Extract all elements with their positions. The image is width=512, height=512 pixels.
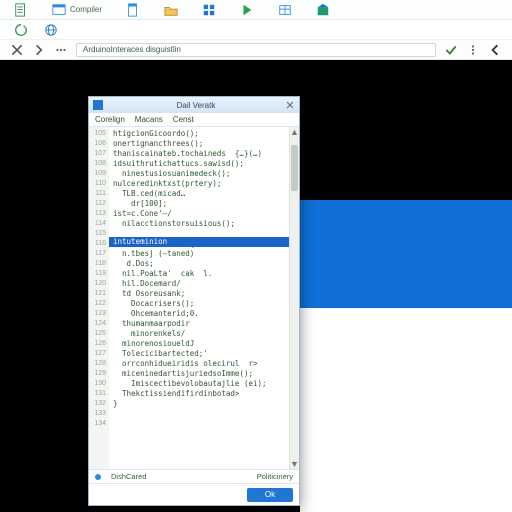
status-dot-icon <box>95 474 101 480</box>
code-line[interactable]: n.tbesj (—taned) <box>113 249 285 259</box>
code-line[interactable]: nil.PoaLta' cak l. <box>113 269 285 279</box>
scroll-down-icon[interactable]: ▼ <box>290 459 299 469</box>
code-line-selected[interactable]: intuteminion <box>109 237 289 247</box>
dialog-close-icon[interactable] <box>285 100 295 110</box>
window-icon <box>52 3 66 17</box>
address-input[interactable]: ArduinoInteraces disguistlin <box>76 43 436 57</box>
code-line[interactable]: idsuithrutichattucs.sawisd(); <box>113 159 285 169</box>
dialog-body: 105 106 107 108 109 110 111 112 113 114 … <box>89 127 299 469</box>
grid-icon[interactable] <box>202 3 216 17</box>
window-body-pane <box>300 308 512 512</box>
table-icon[interactable] <box>278 3 292 17</box>
dialog-statusbar: DishCared Politicinery <box>89 469 299 483</box>
folder-icon[interactable] <box>164 3 178 17</box>
sheet-icon[interactable] <box>14 3 28 17</box>
code-line[interactable]: nilacctionstorsuisious(); <box>113 219 285 229</box>
dialog-button-row: Ok <box>89 483 299 505</box>
code-dialog: Dail Veratk Corelign Macans Censt 105 10… <box>88 96 300 506</box>
more-icon[interactable] <box>54 43 68 57</box>
doc-icon[interactable] <box>126 3 140 17</box>
close-icon[interactable] <box>10 43 24 57</box>
play-icon[interactable] <box>240 3 254 17</box>
code-line[interactable]: thaniscainateb.tochaineds {…}(…) <box>113 149 285 159</box>
menu-item[interactable]: Corelign <box>95 115 125 124</box>
code-line[interactable]: dr[100]; <box>113 199 285 209</box>
code-line[interactable]: ist=c.Cone'—/ <box>113 209 285 219</box>
status-right: Politicinery <box>257 472 293 481</box>
code-line[interactable]: hil.Docemard/ <box>113 279 285 289</box>
code-line[interactable]: Ohcemanterid;0. <box>113 309 285 319</box>
dialog-title-text: Dail Veratk <box>107 101 285 110</box>
chevron-left-icon[interactable] <box>488 43 502 57</box>
address-text: ArduinoInteraces disguistlin <box>83 45 181 54</box>
code-line[interactable]: td Osoreusank; <box>113 289 285 299</box>
menu-icon[interactable] <box>466 43 480 57</box>
code-line[interactable]: } <box>113 399 285 409</box>
code-line[interactable]: ninestusiosuanimedeck(); <box>113 169 285 179</box>
chevron-right-icon[interactable] <box>32 43 46 57</box>
menu-item[interactable]: Macans <box>135 115 163 124</box>
refresh-icon[interactable] <box>14 23 28 37</box>
secondary-toolbar <box>0 20 512 40</box>
code-line[interactable]: Tolecicibartected;' <box>113 349 285 359</box>
code-line[interactable]: onertignancthrees(); <box>113 139 285 149</box>
status-left: DishCared <box>111 472 146 481</box>
scroll-thumb[interactable] <box>291 145 298 191</box>
store-icon[interactable] <box>316 3 330 17</box>
code-line[interactable]: Docacrisers(); <box>113 299 285 309</box>
code-line[interactable]: TLB.ced(micad… <box>113 189 285 199</box>
code-editor[interactable]: htigcionGicoordo();onertignancthrees();t… <box>109 127 289 469</box>
code-line[interactable]: miceninedartisjuriedsoImme(); <box>113 369 285 379</box>
dialog-titlebar[interactable]: Dail Veratk <box>89 97 299 113</box>
check-icon[interactable] <box>444 43 458 57</box>
code-line[interactable]: Imiscectibevolobautajlie (ei); <box>113 379 285 389</box>
dialog-menubar: Corelign Macans Censt <box>89 113 299 127</box>
code-line[interactable]: orrconhidueiridis olecirul r> <box>113 359 285 369</box>
app-label: Compiler <box>70 5 102 14</box>
code-line[interactable]: minorenkels/ <box>113 329 285 339</box>
scrollbar[interactable]: ▲ ▼ <box>289 127 299 469</box>
code-line[interactable]: Thekctissiendifirdinbotad> <box>113 389 285 399</box>
menu-item[interactable]: Censt <box>173 115 194 124</box>
code-gutter: 105 106 107 108 109 110 111 112 113 114 … <box>89 127 109 469</box>
taskbar: Compiler <box>0 0 512 20</box>
stage: Dail Veratk Corelign Macans Censt 105 10… <box>0 60 512 512</box>
code-line[interactable]: thumanmaarpodir <box>113 319 285 329</box>
window-app-icon <box>93 100 103 110</box>
code-line[interactable]: minorenosioueldJ <box>113 339 285 349</box>
code-line[interactable]: d.Dos; <box>113 259 285 269</box>
code-line[interactable]: nulceredinktxst(prtery); <box>113 179 285 189</box>
ok-button[interactable]: Ok <box>247 488 293 502</box>
globe-icon[interactable] <box>44 23 58 37</box>
address-bar: ArduinoInteraces disguistlin <box>0 40 512 60</box>
scroll-up-icon[interactable]: ▲ <box>290 127 299 137</box>
code-line[interactable]: htigcionGicoordo(); <box>113 129 285 139</box>
app-group[interactable]: Compiler <box>52 3 102 17</box>
